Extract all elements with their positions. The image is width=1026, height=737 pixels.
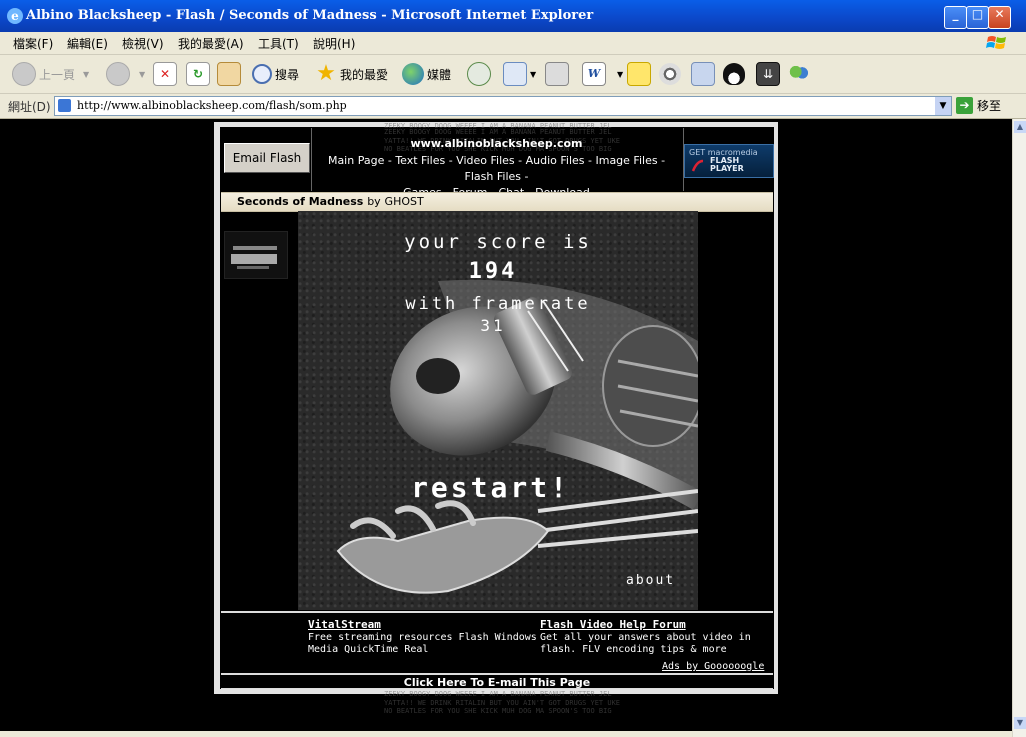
menu-tools[interactable]: 工具(T) — [258, 35, 299, 52]
media-button[interactable]: 媒體 — [402, 61, 451, 87]
download-icon: ⇊ — [756, 62, 780, 86]
back-button[interactable]: 上一頁 ▼ — [12, 61, 89, 87]
divider — [221, 673, 773, 675]
stop-button[interactable]: ✕ — [153, 61, 180, 87]
nav-main-page[interactable]: Main Page — [328, 154, 384, 167]
search-icon — [252, 64, 272, 84]
chevron-down-icon: ▼ — [83, 69, 90, 79]
refresh-icon: ↻ — [186, 62, 210, 86]
msn-button[interactable] — [788, 61, 813, 87]
nav-audio-files[interactable]: Audio Files — [526, 154, 585, 167]
mail-icon — [503, 62, 527, 86]
history-button[interactable] — [467, 61, 494, 87]
restart-button[interactable]: restart! — [298, 471, 683, 504]
window-title: Albino Blacksheep - Flash / Seconds of M… — [26, 8, 594, 23]
page-icon — [58, 99, 71, 112]
forward-button[interactable]: ▼ — [106, 61, 145, 87]
flower-icon — [659, 63, 681, 85]
stop-icon: ✕ — [153, 62, 177, 86]
menu-help[interactable]: 說明(H) — [313, 35, 355, 52]
menu-file[interactable]: 檔案(F) — [13, 35, 53, 52]
logo-graphic-icon — [231, 246, 277, 269]
ie-logo-icon: e — [7, 8, 23, 24]
email-flash-button[interactable]: Email Flash — [224, 143, 310, 173]
chevron-down-icon: ▼ — [617, 69, 624, 79]
history-icon — [467, 62, 491, 86]
people-icon — [788, 63, 810, 85]
about-button[interactable]: about — [626, 573, 675, 588]
get-flash-player-badge[interactable]: GET macromedia FLASH PLAYER — [684, 144, 774, 178]
score-value: 194 — [468, 259, 518, 284]
menu-bar: 檔案(F) 編輯(E) 檢視(V) 我的最愛(A) 工具(T) 說明(H) — [0, 32, 1026, 55]
address-bar: 網址(D) http://www.albinoblacksheep.com/fl… — [0, 94, 1026, 119]
back-arrow-icon — [12, 62, 36, 86]
scroll-down-icon[interactable]: ▼ — [1014, 717, 1026, 729]
maximize-button[interactable]: □ — [966, 6, 989, 29]
flash-logo-icon — [691, 159, 704, 172]
chevron-down-icon: ▼ — [139, 69, 146, 79]
menu-edit[interactable]: 編輯(E) — [67, 35, 108, 52]
printer-icon — [545, 62, 569, 86]
chevron-down-icon: ▼ — [530, 69, 537, 79]
windows-logo-icon — [986, 36, 1006, 49]
flash-title: Seconds of Madness by GHOST — [237, 195, 424, 208]
messenger-plugin-button[interactable] — [659, 61, 684, 87]
flash-game-stage[interactable]: your score is 194 with framerate 31 rest… — [298, 211, 698, 610]
background-text: ZEEKY BOOGY DOOG WEEEE I AM A BANANA PEA… — [384, 690, 621, 715]
edit-button[interactable]: W ▼ — [582, 61, 623, 87]
ads-by-google-link[interactable]: Ads by Goooooogle — [662, 661, 764, 672]
divider — [221, 611, 773, 613]
ad-title-vitalstream[interactable]: VitalStream — [308, 618, 381, 631]
refresh-button[interactable]: ↻ — [186, 61, 213, 87]
search-button[interactable]: 搜尋 — [252, 61, 299, 87]
ad-title-flash-video-help[interactable]: Flash Video Help Forum — [540, 618, 686, 631]
vertical-scrollbar[interactable]: ▲ ▼ — [1012, 119, 1026, 737]
scroll-up-icon[interactable]: ▲ — [1014, 121, 1026, 133]
nav-video-files[interactable]: Video Files — [456, 154, 514, 167]
minimize-button[interactable]: _ — [944, 6, 967, 29]
penguin-icon — [723, 63, 745, 85]
close-button[interactable]: ✕ — [988, 6, 1011, 29]
mail-button[interactable]: ▼ — [503, 61, 536, 87]
address-url: http://www.albinoblacksheep.com/flash/so… — [77, 99, 347, 112]
note-icon — [627, 62, 651, 86]
go-button[interactable]: ➔ 移至 — [956, 97, 1001, 114]
qq-button[interactable] — [723, 61, 748, 87]
research-icon — [691, 62, 715, 86]
status-bar-edge — [0, 731, 1012, 737]
address-input[interactable]: http://www.albinoblacksheep.com/flash/so… — [54, 96, 952, 116]
nav-text-files[interactable]: Text Files — [395, 154, 445, 167]
framerate-value: 31 — [480, 316, 506, 335]
score-label: your score is — [404, 231, 592, 253]
home-icon — [217, 62, 241, 86]
go-arrow-icon: ➔ — [956, 97, 973, 114]
star-icon: ★ — [316, 61, 336, 86]
site-title-link[interactable]: www.albinoblacksheep.com — [311, 137, 682, 150]
home-button[interactable] — [217, 61, 244, 87]
title-bar: e Albino Blacksheep - Flash / Seconds of… — [0, 0, 1026, 32]
divider — [221, 688, 773, 689]
download-button[interactable]: ⇊ — [756, 61, 783, 87]
research-button[interactable] — [691, 61, 718, 87]
menu-view[interactable]: 檢視(V) — [122, 35, 164, 52]
site-logo — [224, 231, 288, 279]
media-globe-icon — [402, 63, 424, 85]
address-label: 網址(D) — [8, 100, 51, 114]
nav-flash-files[interactable]: Flash Files — [465, 170, 521, 183]
favorites-button[interactable]: ★ 我的最愛 — [315, 61, 388, 87]
toolbar: 上一頁 ▼ ▼ ✕ ↻ 搜尋 ★ 我的最愛 媒體 ▼ W ▼ ⇊ — [0, 55, 1026, 94]
nav-image-files[interactable]: Image Files — [595, 154, 657, 167]
chevron-down-icon[interactable]: ▼ — [935, 97, 951, 115]
forward-arrow-icon — [106, 62, 130, 86]
discuss-button[interactable] — [627, 61, 654, 87]
ad-text-vitalstream: Free streaming resources Flash Windows M… — [308, 632, 537, 655]
menu-favorites[interactable]: 我的最愛(A) — [178, 35, 244, 52]
framerate-label: with framerate — [405, 294, 591, 314]
ad-text-flash-video-help: Get all your answers about video in flas… — [540, 632, 751, 655]
print-button[interactable] — [545, 61, 572, 87]
word-icon: W — [582, 62, 606, 86]
